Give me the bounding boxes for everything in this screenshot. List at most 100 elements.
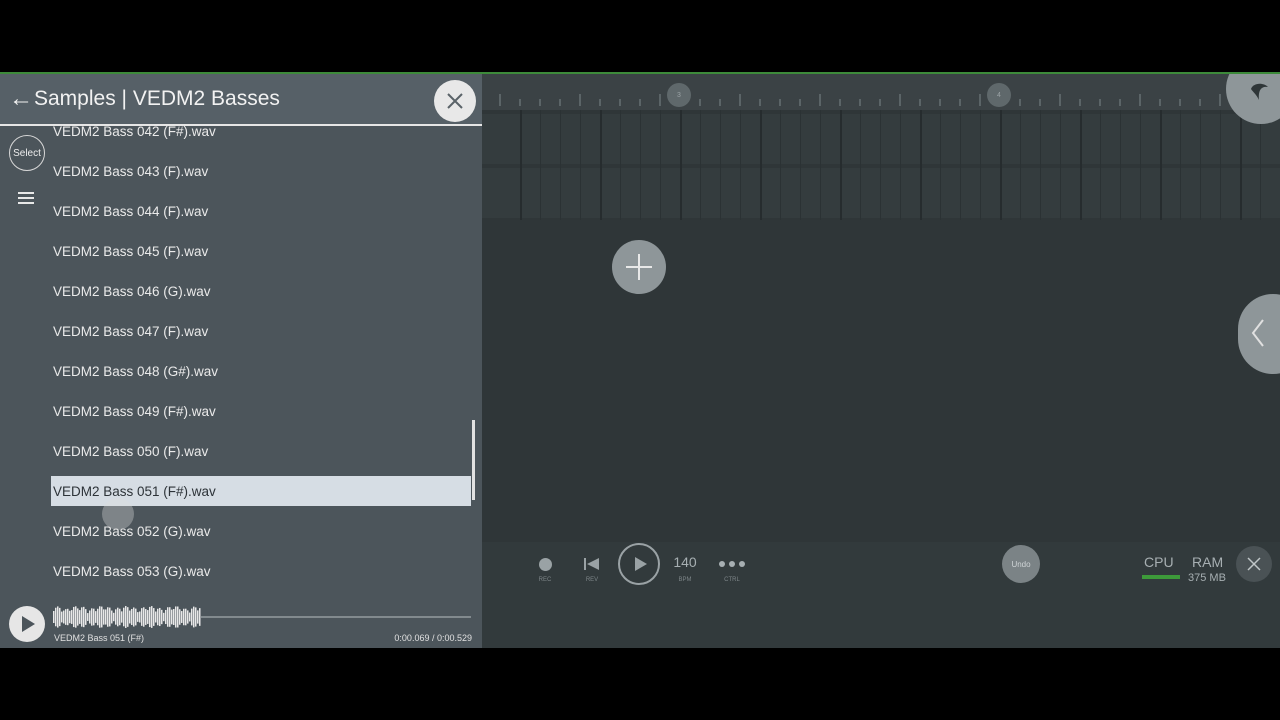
waveform-bar	[183, 608, 185, 626]
waveform-bar	[173, 608, 175, 626]
bar-marker[interactable]: 4	[987, 83, 1011, 107]
select-button[interactable]: Select	[9, 135, 45, 171]
file-row[interactable]: VEDM2 Bass 049 (F#).wav	[51, 396, 471, 426]
bpm-value[interactable]: 140	[665, 554, 705, 570]
timeline-tick	[639, 99, 641, 106]
record-button[interactable]	[539, 558, 552, 571]
timeline-tick	[1119, 99, 1121, 106]
file-row[interactable]: VEDM2 Bass 042 (F#).wav	[51, 126, 471, 146]
timeline-tick	[1039, 99, 1041, 106]
waveform-bar	[123, 607, 125, 627]
timeline-tick	[1139, 94, 1141, 106]
undo-button[interactable]: Undo	[1002, 545, 1040, 583]
waveform-bar	[171, 609, 173, 625]
waveform-bar	[53, 611, 55, 623]
back-arrow-icon[interactable]: ←	[9, 87, 33, 111]
waveform-bar	[63, 610, 65, 624]
waveform-bar	[107, 607, 109, 627]
grid-line	[840, 110, 842, 220]
waveform-bar	[141, 608, 143, 626]
waveform-bar	[75, 606, 77, 628]
grid-line	[740, 110, 741, 220]
grid-line	[580, 110, 581, 220]
waveform-bar	[135, 608, 137, 626]
grid-line	[1000, 110, 1002, 220]
sample-browser-panel: ← Samples | VEDM2 Basses Select VEDM2 Ba…	[0, 74, 482, 648]
grid-line	[880, 110, 881, 220]
cpu-label: CPU	[1144, 554, 1174, 570]
waveform-bar	[121, 611, 123, 623]
more-options-icon[interactable]	[719, 561, 745, 567]
waveform-bar	[181, 611, 183, 623]
waveform-bar	[69, 610, 71, 624]
browser-header: ← Samples | VEDM2 Basses	[0, 74, 482, 126]
file-row[interactable]: VEDM2 Bass 044 (F).wav	[51, 196, 471, 226]
waveform-bar	[155, 611, 157, 623]
grid-line	[1140, 110, 1141, 220]
menu-icon[interactable]	[18, 192, 36, 206]
waveform-bar	[199, 608, 201, 626]
waveform-bar	[179, 609, 181, 625]
touch-indicator	[102, 498, 134, 530]
timeline-tick	[1079, 99, 1081, 106]
ctrl-label: CTRL	[724, 577, 740, 583]
waveform-bar	[61, 611, 63, 623]
timeline-tick	[859, 99, 861, 106]
file-row[interactable]: VEDM2 Bass 053 (G).wav	[51, 556, 471, 586]
timeline-ruler[interactable]: 34	[482, 74, 1280, 110]
timeline-tick	[699, 99, 701, 106]
file-row[interactable]: VEDM2 Bass 046 (G).wav	[51, 276, 471, 306]
waveform-bar	[143, 607, 145, 627]
bar-marker[interactable]: 3	[667, 83, 691, 107]
timeline-tick	[959, 99, 961, 106]
timeline-tick	[579, 94, 581, 106]
waveform-bar	[167, 607, 169, 627]
waveform-bar	[165, 609, 167, 625]
timeline-tick	[779, 99, 781, 106]
waveform-bar	[157, 608, 159, 626]
top-letterbox	[0, 0, 1280, 72]
waveform-bar	[83, 606, 85, 628]
timeline-tick	[1019, 99, 1021, 106]
side-panel-handle[interactable]	[1238, 294, 1280, 374]
waveform-bar	[125, 606, 127, 628]
waveform-bar	[95, 611, 97, 623]
plus-icon	[626, 254, 652, 280]
rewind-icon[interactable]	[584, 557, 600, 571]
close-icon	[447, 93, 463, 109]
timeline-tick	[759, 99, 761, 106]
waveform-bar	[67, 608, 69, 626]
rec-label: REC	[538, 577, 552, 583]
file-row[interactable]: VEDM2 Bass 045 (F).wav	[51, 236, 471, 266]
file-row[interactable]: VEDM2 Bass 050 (F).wav	[51, 436, 471, 466]
grid-line	[1240, 110, 1242, 220]
waveform-bar	[193, 606, 195, 628]
close-browser-button[interactable]	[434, 80, 476, 122]
grid-line	[1020, 110, 1021, 220]
grid-line	[1040, 110, 1041, 220]
timeline-tick	[499, 94, 501, 106]
waveform[interactable]	[53, 603, 471, 631]
cpu-meter	[1142, 575, 1180, 579]
file-row[interactable]: VEDM2 Bass 047 (F).wav	[51, 316, 471, 346]
timeline-tick	[1179, 99, 1181, 106]
grid-line	[800, 110, 801, 220]
waveform-bar	[129, 610, 131, 624]
file-row[interactable]: VEDM2 Bass 043 (F).wav	[51, 156, 471, 186]
play-button[interactable]	[618, 543, 660, 585]
close-app-button[interactable]	[1236, 546, 1272, 582]
grid-line	[1100, 110, 1101, 220]
playlist-area[interactable]: 34 REC REV 140 BPM CTRL Undo CPU RAM 375…	[482, 74, 1280, 648]
waveform-bar	[77, 608, 79, 626]
waveform-baseline	[201, 616, 471, 618]
waveform-bar	[149, 606, 151, 628]
add-track-button[interactable]	[612, 240, 666, 294]
file-row[interactable]: VEDM2 Bass 048 (G#).wav	[51, 356, 471, 386]
preview-play-button[interactable]	[9, 606, 45, 642]
play-icon	[635, 557, 647, 571]
waveform-bar	[191, 608, 193, 626]
file-list-scrollbar[interactable]	[472, 420, 475, 500]
timeline-tick	[659, 94, 661, 106]
waveform-bar	[113, 612, 115, 622]
waveform-bar	[177, 606, 179, 628]
